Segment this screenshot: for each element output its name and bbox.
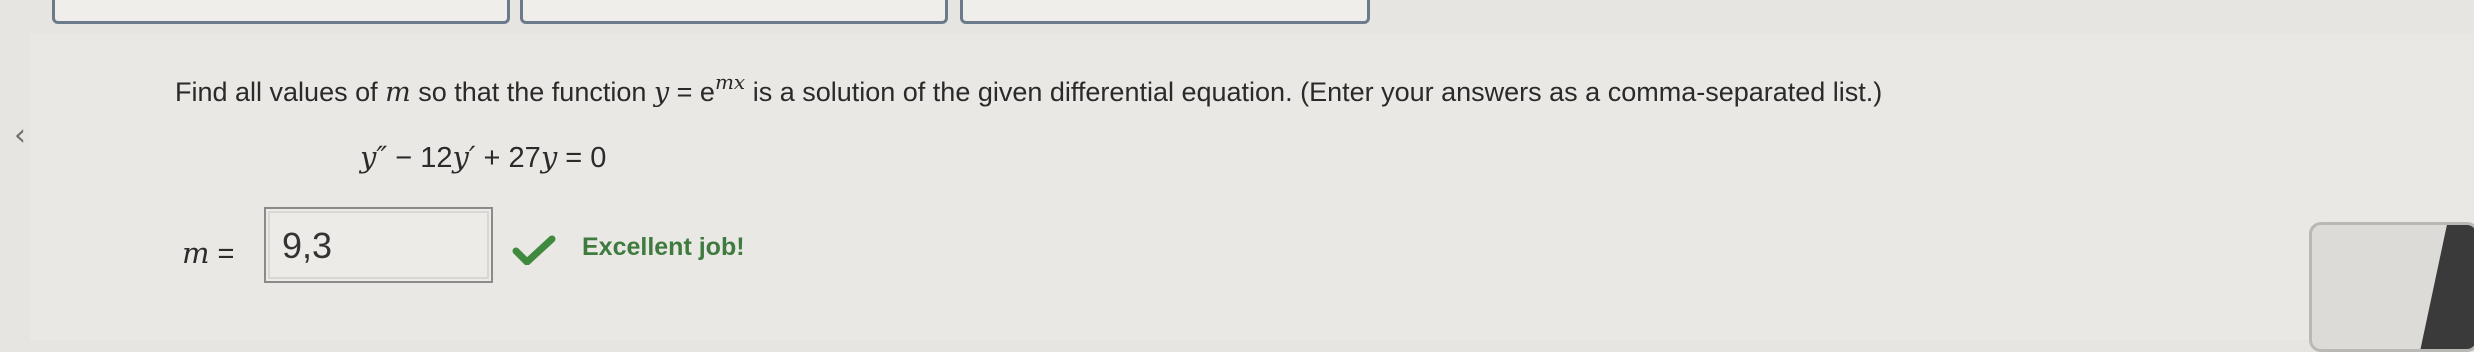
answer-value: 9,3 — [282, 225, 333, 266]
answer-input[interactable]: 9,3 — [264, 207, 493, 283]
top-tab-3[interactable] — [960, 0, 1370, 24]
question-text: Find all values of m so that the functio… — [175, 70, 1882, 108]
feedback-message: Excellent job! — [582, 233, 745, 261]
question-text-part: Find all values of — [175, 77, 386, 107]
answer-label: m = — [182, 236, 235, 271]
var-y: y — [653, 77, 670, 108]
eq-term: y″ — [360, 140, 388, 174]
eq-term: y — [540, 140, 558, 174]
chevron-left-icon[interactable]: ‹ — [14, 118, 26, 153]
top-tab-1[interactable] — [52, 0, 510, 24]
eq-term: + 27 — [475, 142, 541, 174]
eq-term: y′ — [452, 140, 476, 174]
exponent: mx — [714, 70, 746, 94]
check-icon — [512, 235, 556, 265]
top-tab-2[interactable] — [520, 0, 948, 24]
thumbnail-shape — [2417, 225, 2474, 349]
question-text-part: so that the function — [410, 77, 654, 107]
answer-label-eq: = — [209, 238, 235, 270]
eq-term: − 12 — [387, 142, 453, 174]
question-text-part: = e — [669, 77, 715, 107]
side-thumbnail[interactable] — [2309, 222, 2474, 352]
question-text-part: is a solution of the given differential … — [745, 77, 1883, 107]
answer-label-var: m — [182, 236, 210, 270]
differential-equation: y″ − 12y′ + 27y = 0 — [360, 140, 606, 175]
var-m: m — [385, 77, 411, 108]
eq-term: = 0 — [557, 142, 607, 174]
